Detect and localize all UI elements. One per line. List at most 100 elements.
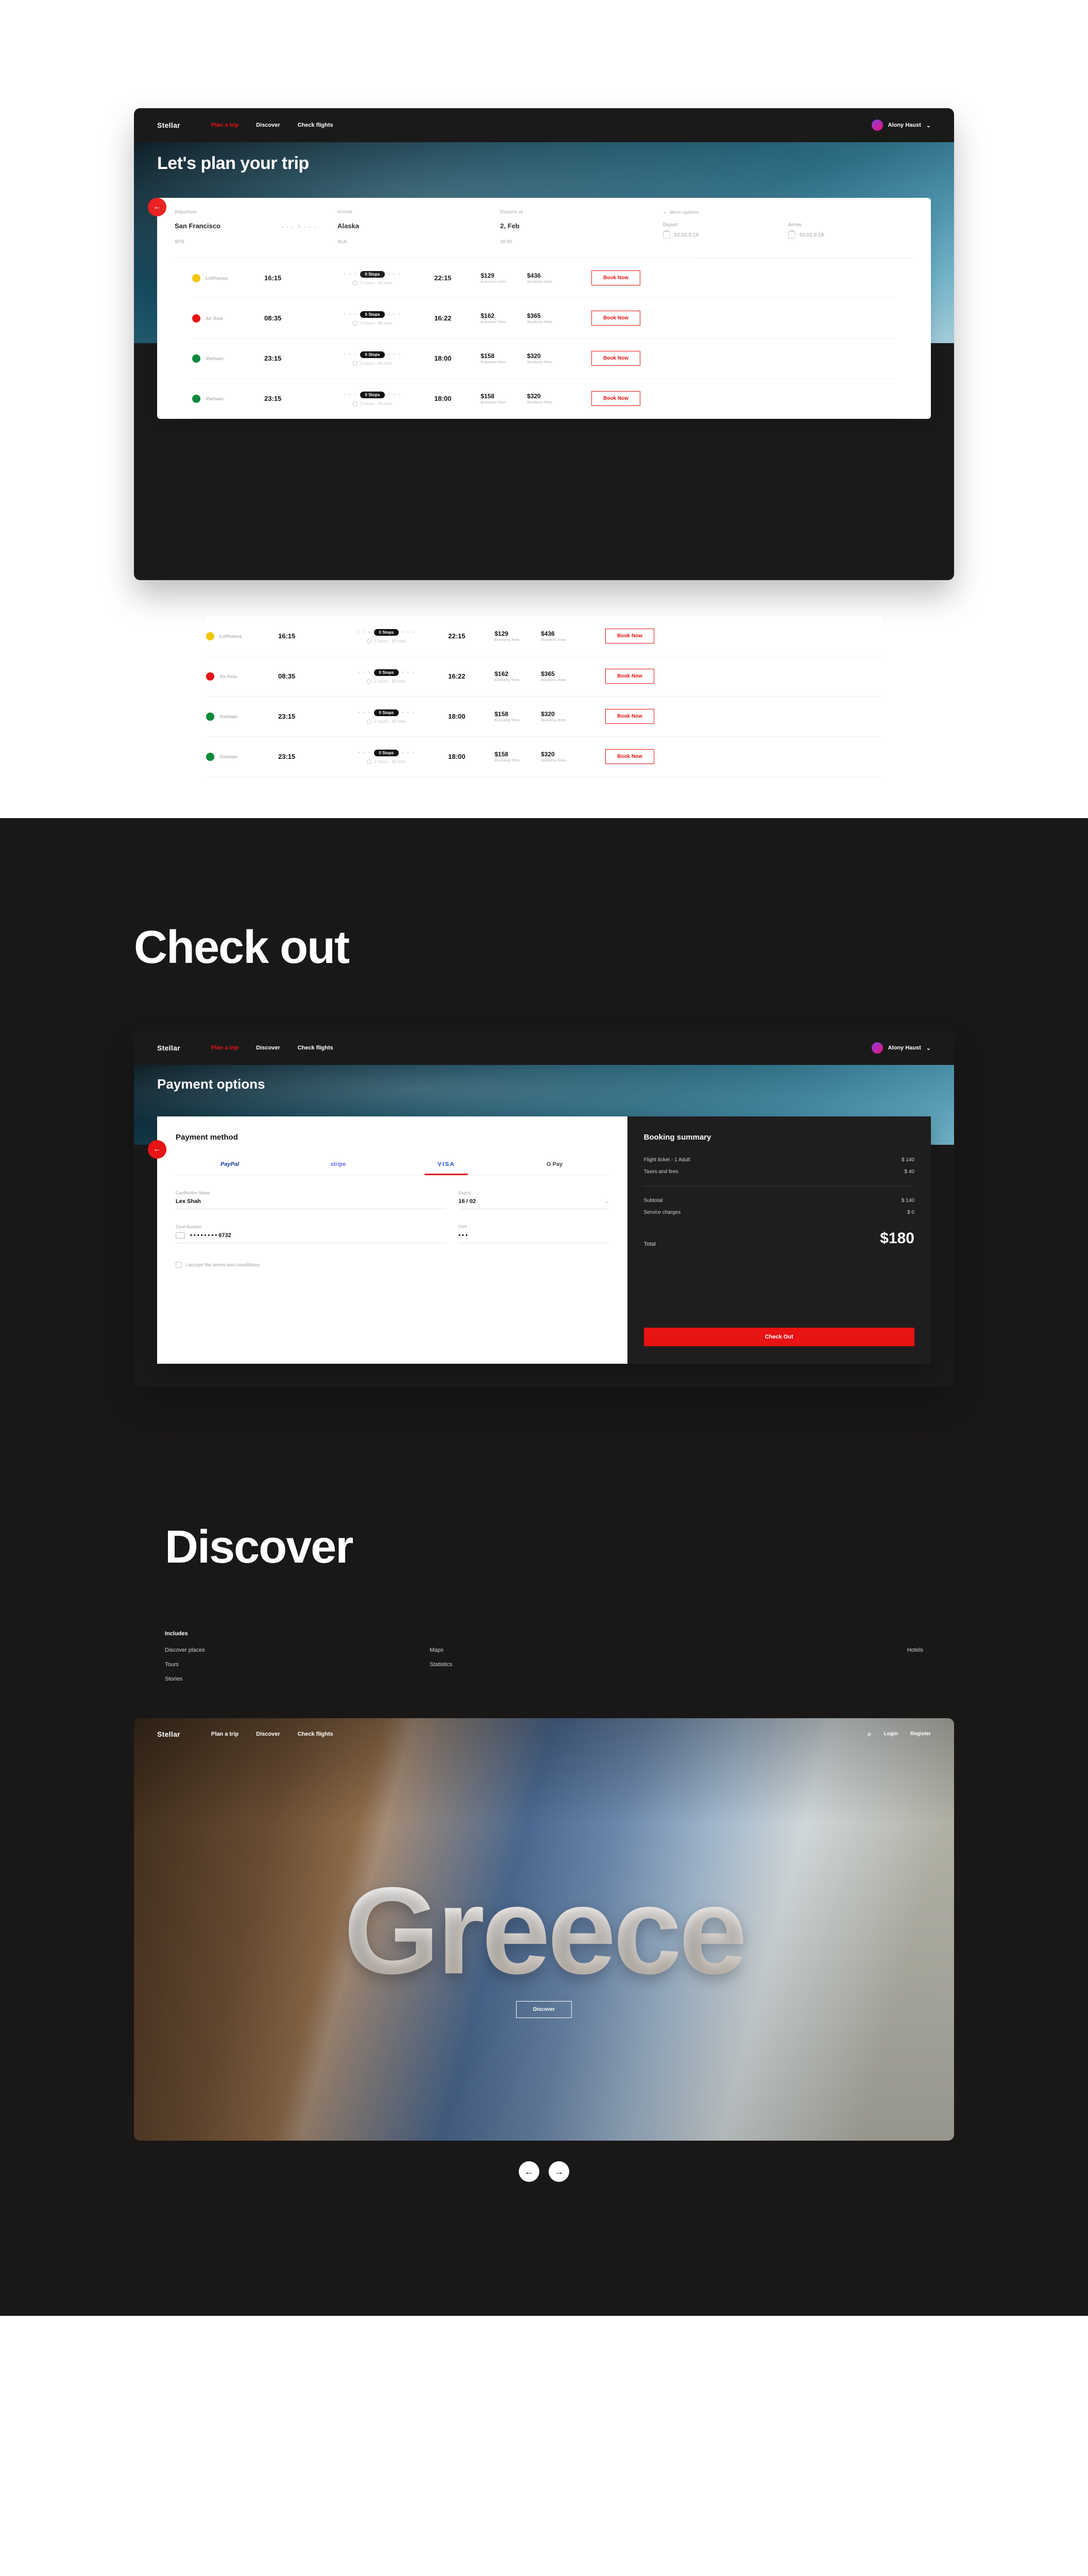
arrive-time: 22:15 — [448, 632, 495, 640]
arrive-time: 18:00 — [434, 395, 481, 402]
business-price: $320Business from — [541, 751, 587, 762]
book-now-button[interactable]: Book Now — [605, 669, 654, 684]
book-now-button[interactable]: Book Now — [591, 270, 640, 285]
arrive-time: 18:00 — [448, 753, 495, 760]
date-field[interactable]: 2, Feb 18:00 — [500, 222, 663, 244]
book-now-button[interactable]: Book Now — [591, 311, 640, 326]
nav-flights[interactable]: Check flights — [298, 122, 333, 128]
label-card-number: Card Number — [176, 1225, 446, 1229]
stops-pill: 0 Stops — [360, 392, 385, 398]
tab-paypal[interactable]: PayPal — [220, 1161, 239, 1167]
summary-tax-label: Taxes and fees — [644, 1169, 678, 1175]
departure-field[interactable]: San Francisco SFO • • •✈• • • — [175, 222, 337, 244]
back-button[interactable]: ← — [148, 1140, 166, 1159]
chevron-down-icon: ⌄ — [663, 209, 667, 215]
nav: Plan a trip Discover Check flights — [211, 122, 333, 128]
user-menu[interactable]: Alony Haust ⌄ — [872, 1042, 931, 1054]
discover-window: Stellar Plan a trip Discover Check fligh… — [134, 1718, 954, 2141]
airline: Vietnam — [192, 395, 264, 403]
economy-price: $162Economy from — [495, 670, 541, 682]
avatar — [872, 120, 883, 131]
business-price: $436Business from — [527, 272, 573, 284]
back-button[interactable]: ← — [148, 198, 166, 216]
cvv-field[interactable]: CVV • • • — [458, 1225, 609, 1243]
checkout-button[interactable]: Check Out — [644, 1328, 914, 1346]
arrive-datetime-field[interactable]: Arrive 02.02.0.19 — [788, 222, 913, 239]
card-number: • • • • • • • • 6732 — [190, 1232, 231, 1239]
economy-price: $129Economy from — [495, 630, 541, 642]
nav-discover[interactable]: Discover — [256, 1731, 280, 1737]
nav-discover[interactable]: Discover — [256, 1045, 280, 1051]
next-button[interactable]: → — [549, 2161, 569, 2182]
flight-results-extended: Lufthansa16:15• • •0 Stops• • •2 hours ·… — [206, 616, 882, 777]
chevron-down-icon: ⌄ — [604, 1199, 608, 1205]
route: • • •0 Stops• • •2 hours · 48 mins — [325, 629, 448, 643]
business-price: $365Business from — [527, 312, 573, 324]
clock-icon — [353, 321, 358, 326]
airline-name: Air Asia — [206, 316, 223, 321]
nav-discover[interactable]: Discover — [256, 122, 280, 128]
checkout-window: Stellar Plan a trip Discover Check fligh… — [134, 1031, 954, 1387]
business-price: $436Business from — [541, 630, 587, 642]
airline: Air Asia — [192, 314, 264, 323]
prev-button[interactable]: ← — [519, 2161, 539, 2182]
summary-title: Booking summary — [644, 1133, 914, 1142]
airline-name: Lufthansa — [206, 276, 228, 281]
airline: Lufthansa — [206, 632, 278, 640]
terms-text: I accept the terms and conditions — [186, 1262, 260, 1267]
label-arrive: Arrive — [788, 222, 913, 227]
arrow-left-icon: ← — [153, 1145, 161, 1154]
summary-subtotal-value: $ 140 — [902, 1198, 914, 1204]
route: • • •0 Stops• • •2 hours · 48 mins — [325, 669, 448, 684]
chevron-down-icon: ⌄ — [926, 122, 931, 129]
nav-plan[interactable]: Plan a trip — [211, 1045, 239, 1051]
economy-price: $158Economy from — [481, 393, 527, 404]
depart-time: 23:15 — [278, 753, 325, 760]
feature-item: Maps — [430, 1647, 658, 1653]
tab-visa[interactable]: VISA — [392, 1156, 500, 1175]
flight-row: Air Asia08:35• • •0 Stops• • •2 hours · … — [192, 298, 896, 338]
book-now-button[interactable]: Book Now — [605, 629, 654, 643]
arrive-time: 16:22 — [434, 314, 481, 322]
depart-datetime-field[interactable]: Depart 02.02.0.19 — [663, 222, 788, 239]
airline: Vietnam — [206, 713, 278, 721]
book-now-button[interactable]: Book Now — [591, 391, 640, 406]
search-icon[interactable]: ⌕ — [868, 1730, 872, 1738]
book-now-button[interactable]: Book Now — [591, 351, 640, 366]
cardholder-name-field[interactable]: Cardholder Name Lex Shah — [176, 1191, 446, 1209]
payment-method-title: Payment method — [176, 1133, 609, 1142]
flight-row: Air Asia08:35• • •0 Stops• • •2 hours · … — [206, 656, 882, 697]
route: • • •0 Stops• • •2 hours · 48 mins — [311, 392, 434, 406]
clock-icon — [367, 759, 371, 764]
label-departure: Departure — [175, 209, 337, 215]
register-link[interactable]: Register — [910, 1731, 931, 1737]
book-now-button[interactable]: Book Now — [605, 709, 654, 724]
duration: 2 hours · 48 mins — [374, 759, 406, 764]
arrow-left-icon: ← — [153, 202, 161, 212]
checkbox-icon[interactable] — [176, 1262, 182, 1268]
feature-item: Statistics — [430, 1662, 658, 1668]
discover-button[interactable]: Discover — [516, 2001, 572, 2018]
stops-pill: 0 Stops — [374, 750, 399, 756]
nav-plan[interactable]: Plan a trip — [211, 122, 239, 128]
login-link[interactable]: Login — [884, 1731, 898, 1737]
departure-code: SFO — [175, 239, 337, 244]
nav-flights[interactable]: Check flights — [298, 1731, 333, 1737]
tab-gpay[interactable]: G Pay — [500, 1156, 608, 1175]
duration: 2 hours · 48 mins — [360, 361, 392, 366]
business-price: $320Business from — [541, 710, 587, 722]
topbar: Stellar Plan a trip Discover Check fligh… — [134, 108, 954, 142]
book-now-button[interactable]: Book Now — [605, 749, 654, 764]
clock-icon — [353, 281, 358, 285]
topbar: Stellar Plan a trip Discover Check fligh… — [134, 1031, 954, 1065]
arrival-field[interactable]: Alaska ALK — [337, 222, 500, 244]
expiry-field[interactable]: Expiry 16 / 02⌄ — [458, 1191, 609, 1209]
nav-flights[interactable]: Check flights — [298, 1045, 333, 1051]
terms-row[interactable]: I accept the terms and conditions — [176, 1262, 609, 1268]
card-number-field[interactable]: Card Number • • • • • • • • 6732 — [176, 1225, 446, 1243]
depart-time: 23:15 — [264, 395, 311, 402]
nav-plan[interactable]: Plan a trip — [211, 1731, 239, 1737]
airline-name: Vietnam — [206, 396, 224, 401]
tab-stripe[interactable]: stripe — [284, 1156, 392, 1175]
user-menu[interactable]: Alony Haust ⌄ — [872, 120, 931, 131]
